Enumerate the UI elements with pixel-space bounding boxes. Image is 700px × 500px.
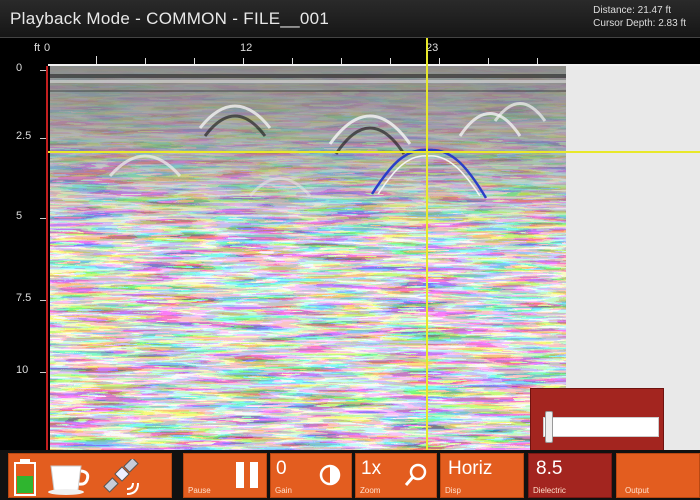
coffee-cup-icon: [48, 465, 90, 495]
display-mode-label: Disp: [445, 486, 462, 495]
ruler-label-0: 0: [44, 42, 51, 54]
dielectric-value: 8.5: [536, 458, 563, 479]
ruler-label-12: 12: [240, 42, 253, 54]
magnifier-icon: [404, 463, 427, 486]
display-mode-value: Horiz: [448, 458, 493, 479]
dielectric-label: Dielectric: [533, 486, 566, 495]
ruler-unit-label: ft: [34, 42, 41, 54]
output-button[interactable]: Output: [616, 453, 700, 498]
gain-button[interactable]: 0 Gain: [270, 453, 352, 498]
depth-label-2-5: 2.5: [16, 130, 32, 142]
dielectric-button[interactable]: 8.5 Dielectric: [528, 453, 612, 498]
depth-label-7-5: 7.5: [16, 292, 32, 304]
readout-panel: Distance: 21.47 ft Cursor Depth: 2.83 ft: [593, 4, 686, 30]
zoom-value: 1x: [361, 458, 382, 479]
zoom-label: Zoom: [360, 486, 381, 495]
cursor-depth-readout: Cursor Depth: 2.83 ft: [593, 18, 686, 29]
gps-satellite-icon: [103, 459, 139, 495]
dielectric-slider-handle[interactable]: [545, 411, 553, 443]
radargram-image: [50, 66, 566, 450]
gain-value: 0: [276, 458, 287, 479]
depth-axis-line: [46, 66, 48, 450]
depth-label-10: 10: [16, 364, 29, 376]
title-bar: Playback Mode - COMMON - FILE__001 Dista…: [0, 0, 700, 38]
distance-cursor-line[interactable]: [426, 38, 428, 450]
output-label: Output: [625, 486, 650, 495]
zoom-button[interactable]: 1x Zoom: [355, 453, 437, 498]
horizontal-ruler: ft 0 12 23: [0, 38, 700, 66]
distance-readout: Distance: 21.47 ft: [593, 5, 671, 16]
contrast-icon: [319, 464, 341, 486]
pause-button[interactable]: Pause: [183, 453, 267, 498]
bottom-toolbar: Pause 0 Gain 1x Zoom Horiz Disp 8.5 Diel…: [0, 450, 700, 500]
battery-icon: [14, 459, 36, 496]
display-mode-button[interactable]: Horiz Disp: [440, 453, 524, 498]
depth-label-0: 0: [16, 62, 23, 74]
dielectric-slider-track[interactable]: [543, 417, 659, 437]
pause-icon: [236, 462, 258, 488]
pause-label: Pause: [188, 486, 211, 495]
window-title: Playback Mode - COMMON - FILE__001: [10, 9, 330, 28]
depth-ruler: 0 2.5 5 7.5 10: [0, 62, 48, 450]
depth-label-5: 5: [16, 210, 23, 222]
depth-cursor-line[interactable]: [48, 151, 700, 153]
status-button[interactable]: [8, 453, 172, 498]
radargram-view[interactable]: [50, 66, 566, 450]
gain-label: Gain: [275, 486, 292, 495]
dielectric-slider-popup: [530, 388, 664, 456]
